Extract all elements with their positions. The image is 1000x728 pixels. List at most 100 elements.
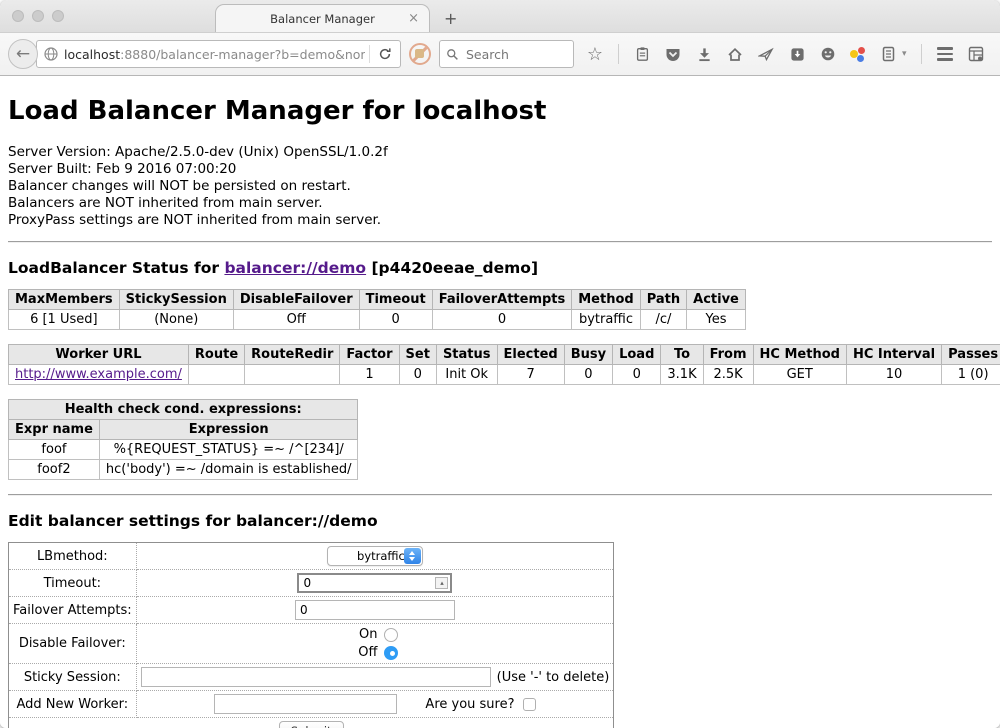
reload-button[interactable] (374, 47, 396, 61)
timeout-label: Timeout: (9, 570, 137, 597)
failoverattempts-value: 0 (432, 310, 572, 330)
tab-close-icon[interactable]: × (408, 11, 419, 26)
globe-icon[interactable] (43, 46, 59, 62)
navigation-toolbar: ← localhost:8880/balancer-manager?b=demo… (0, 32, 1000, 76)
select-stepper-icon (404, 548, 421, 564)
add-worker-label: Add New Worker: (9, 691, 137, 718)
expr-name: foof (9, 440, 100, 460)
search-bar[interactable] (439, 40, 574, 68)
edit-settings-heading: Edit balancer settings for balancer://de… (8, 512, 992, 530)
add-worker-input[interactable] (214, 694, 397, 714)
send-icon[interactable] (757, 45, 775, 63)
chevron-down-icon[interactable]: ▾ (902, 49, 907, 59)
balancer-demo-link[interactable]: balancer://demo (224, 259, 366, 277)
new-tab-button[interactable]: + (444, 9, 457, 28)
addon-colordots-icon[interactable] (850, 46, 866, 62)
elected-value: 7 (497, 365, 564, 385)
number-spinner-icon[interactable]: ▴ (435, 577, 448, 589)
expr-name: foof2 (9, 460, 100, 480)
bookmark-star-icon[interactable]: ☆ (586, 45, 604, 63)
window-close-button[interactable] (12, 10, 24, 22)
page-content: Load Balancer Manager for localhost Serv… (0, 76, 1000, 728)
busy-value: 0 (564, 365, 612, 385)
proxypass-notice-line: ProxyPass settings are NOT inherited fro… (8, 212, 992, 229)
to-value: 3.1K (661, 365, 703, 385)
health-check-table: Health check cond. expressions: Expr nam… (8, 399, 358, 480)
adblock-disabled-icon[interactable] (409, 43, 431, 65)
tab-balancer-manager[interactable]: Balancer Manager × (215, 4, 430, 32)
home-icon[interactable] (726, 45, 744, 63)
table-header-row: MaxMembers StickySession DisableFailover… (9, 290, 746, 310)
radio-off[interactable] (384, 646, 398, 660)
table-row: foof %{REQUEST_STATUS} =~ /^[234]/ (9, 440, 358, 460)
load-value: 0 (613, 365, 661, 385)
are-you-sure-label: Are you sure? (425, 697, 514, 712)
failover-attempts-input[interactable] (295, 600, 455, 620)
are-you-sure-checkbox[interactable] (523, 698, 536, 711)
lbmethod-select[interactable]: bytraffic (327, 546, 423, 566)
divider (8, 494, 992, 496)
method-value: bytraffic (572, 310, 640, 330)
hc-method-value: GET (753, 365, 846, 385)
balancer-status-table: MaxMembers StickySession DisableFailover… (8, 289, 746, 330)
browser-window: Balancer Manager × + ← localhost:8880/ba… (0, 0, 1000, 728)
set-value: 0 (399, 365, 436, 385)
column-header: StickySession (119, 290, 233, 310)
window-controls (12, 10, 64, 22)
column-header: Route (188, 345, 244, 365)
column-header: Expression (99, 420, 358, 440)
download-icon[interactable] (695, 45, 713, 63)
form-row-disable-failover: Disable Failover: On Off (9, 624, 614, 664)
toolbar-divider (618, 44, 619, 64)
pocket-icon[interactable] (664, 45, 682, 63)
divider (8, 241, 992, 243)
clipboard-icon[interactable] (633, 45, 651, 63)
sticky-session-label: Sticky Session: (9, 664, 137, 691)
url-bar[interactable]: localhost:8880/balancer-manager?b=demo&n… (36, 40, 401, 68)
column-header: Path (640, 290, 686, 310)
window-zoom-button[interactable] (52, 10, 64, 22)
tab-bar: Balancer Manager × + (0, 0, 1000, 32)
heading-prefix: LoadBalancer Status for (8, 259, 224, 277)
back-button[interactable]: ← (8, 39, 38, 69)
url-text[interactable]: localhost:8880/balancer-manager?b=demo&n… (64, 47, 365, 62)
server-version-line: Server Version: Apache/2.5.0-dev (Unix) … (8, 144, 992, 161)
toolbar-icons: ☆ (586, 44, 985, 64)
page-title: Load Balancer Manager for localhost (8, 96, 992, 126)
smiley-icon[interactable] (819, 45, 837, 63)
column-header: Elected (497, 345, 564, 365)
apps-grid-icon[interactable] (967, 45, 985, 63)
form-row-sticky-session: Sticky Session: (Use '-' to delete) (9, 664, 614, 691)
toolbar-divider (921, 44, 922, 64)
column-header: Status (436, 345, 497, 365)
lbmethod-label: LBmethod: (9, 543, 137, 570)
form-row-failover-attempts: Failover Attempts: (9, 597, 614, 624)
passes-value: 1 (0) (942, 365, 1000, 385)
submit-button[interactable]: Submit (279, 721, 344, 728)
radio-on-label: On (351, 627, 377, 642)
screenshot-icon[interactable] (788, 45, 806, 63)
expr-value: %{REQUEST_STATUS} =~ /^[234]/ (99, 440, 358, 460)
sidebar-icon[interactable] (879, 45, 897, 63)
menu-icon[interactable] (936, 45, 954, 63)
column-header: Method (572, 290, 640, 310)
form-row-add-worker: Add New Worker: Are you sure? (9, 691, 614, 718)
form-row-submit: Submit (9, 718, 614, 728)
stickysession-value: (None) (119, 310, 233, 330)
radio-on[interactable] (384, 628, 398, 642)
routeredir-value (245, 365, 340, 385)
column-header: From (703, 345, 753, 365)
column-header: FailoverAttempts (432, 290, 572, 310)
path-value: /c/ (640, 310, 686, 330)
disablefailover-value: Off (233, 310, 359, 330)
balancer-status-heading: LoadBalancer Status for balancer://demo … (8, 259, 992, 277)
window-minimize-button[interactable] (32, 10, 44, 22)
timeout-input[interactable]: 0 ▴ (297, 573, 452, 593)
table-title-row: Health check cond. expressions: (9, 400, 358, 420)
worker-url-link[interactable]: http://www.example.com/ (15, 367, 182, 382)
url-host: localhost (64, 47, 120, 62)
sticky-session-input[interactable] (141, 667, 491, 687)
column-header: Active (687, 290, 746, 310)
table-row: http://www.example.com/ 1 0 Init Ok 7 0 … (9, 365, 1000, 385)
search-input[interactable] (464, 46, 554, 63)
